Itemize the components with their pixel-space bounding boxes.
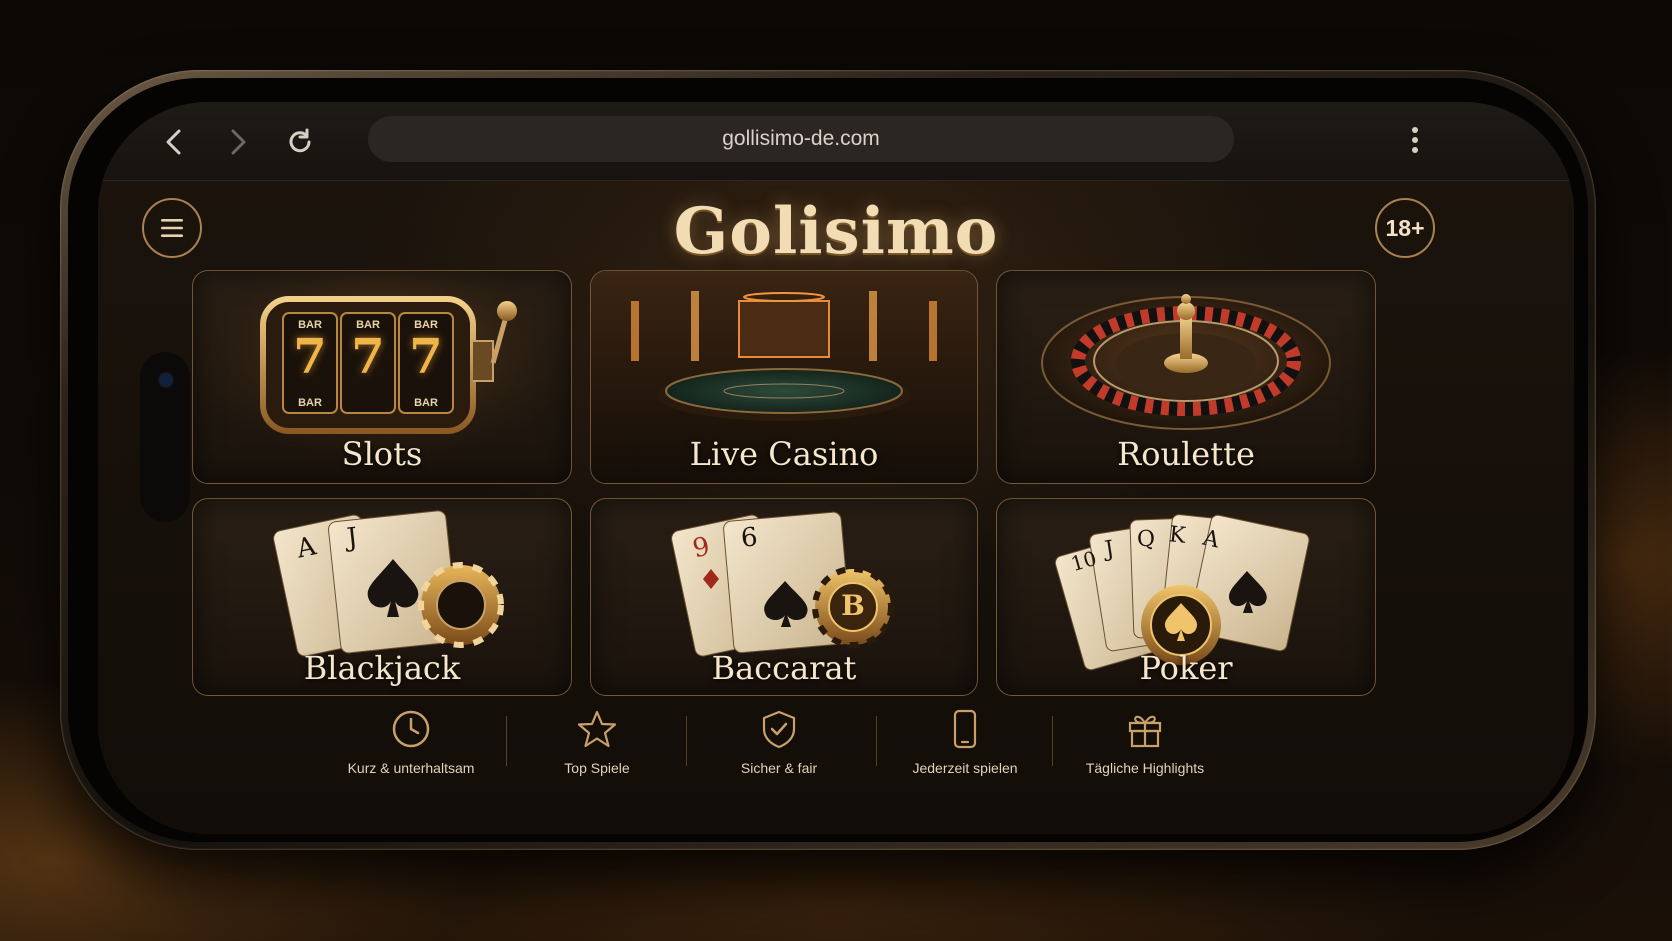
game-tile-poker[interactable]: 10 J Q K A Poker <box>996 498 1376 696</box>
age-restriction-badge: 18+ <box>1375 198 1435 258</box>
feature-divider <box>686 716 687 766</box>
clock-icon <box>392 710 430 748</box>
star-icon <box>577 710 617 748</box>
feature-divider <box>1052 716 1053 766</box>
feature-label-sicher: Sicher & fair <box>740 760 818 776</box>
browser-menu-button[interactable] <box>1400 120 1430 160</box>
tile-label-live-casino: Live Casino <box>689 435 879 473</box>
feature-highlights: Tägliche Highlights <box>1060 706 1230 776</box>
back-button[interactable] <box>154 122 194 162</box>
card-rank-king: K <box>1167 522 1187 549</box>
phone-bezel: gollisimo-de.com Golisimo 18+ BAR BAR BA… <box>68 78 1588 842</box>
chevron-right-icon <box>231 129 246 155</box>
forward-button[interactable] <box>218 122 258 162</box>
phone-screen: gollisimo-de.com Golisimo 18+ BAR BAR BA… <box>98 102 1574 834</box>
site-logo[interactable]: Golisimo <box>598 194 1074 269</box>
feature-kurz: Kurz & unterhaltsam <box>326 706 496 776</box>
smartphone-icon <box>953 709 977 749</box>
feature-label-highlights: Tägliche Highlights <box>1085 760 1205 776</box>
feature-top-spiele: Top Spiele <box>512 706 682 776</box>
game-tile-slots[interactable]: BAR BAR BAR 7 7 7 BAR BAR Slots <box>192 270 572 484</box>
url-text: gollisimo-de.com <box>722 127 880 150</box>
card-rank-six: 6 <box>739 522 759 554</box>
menu-icon <box>161 219 183 237</box>
hamburger-menu-button[interactable] <box>142 198 202 258</box>
reel-symbol-2: 7 <box>351 329 385 385</box>
card-rank-queen: Q <box>1136 526 1156 553</box>
feature-divider <box>506 716 507 766</box>
tile-label-roulette: Roulette <box>1117 435 1255 473</box>
reload-icon <box>289 128 311 153</box>
tile-label-poker: Poker <box>1139 649 1233 687</box>
gift-icon <box>1128 715 1162 748</box>
baccarat-chip-letter: B <box>841 589 865 622</box>
address-bar[interactable]: gollisimo-de.com <box>368 116 1234 162</box>
feature-label-kurz: Kurz & unterhaltsam <box>347 760 475 776</box>
chevron-left-icon <box>166 129 181 155</box>
feature-jederzeit: Jederzeit spielen <box>880 706 1050 776</box>
reload-button[interactable] <box>280 122 320 162</box>
tile-label-blackjack: Blackjack <box>303 649 461 687</box>
game-tile-live-casino[interactable]: Live Casino <box>590 270 978 484</box>
reel-bottom-3: BAR <box>414 397 438 409</box>
background-scene: gollisimo-de.com Golisimo 18+ BAR BAR BA… <box>0 0 1672 941</box>
reel-bottom-1: BAR <box>298 397 322 409</box>
game-tile-baccarat[interactable]: 9 6 B Baccarat <box>590 498 978 696</box>
phone-frame: gollisimo-de.com Golisimo 18+ BAR BAR BA… <box>60 70 1596 850</box>
game-tile-blackjack[interactable]: A J Blackjack <box>192 498 572 696</box>
feature-label-top-spiele: Top Spiele <box>564 760 630 776</box>
reel-symbol-3: 7 <box>409 329 443 385</box>
feature-divider <box>876 716 877 766</box>
feature-label-jederzeit: Jederzeit spielen <box>912 760 1018 776</box>
feature-sicher: Sicher & fair <box>694 706 864 776</box>
tile-label-baccarat: Baccarat <box>711 649 857 687</box>
feature-strip: Kurz & unterhaltsam Top Spiele Sicher & … <box>98 706 1574 786</box>
camera-lens-icon <box>160 374 172 386</box>
tile-label-slots: Slots <box>341 435 423 473</box>
reel-symbol-1: 7 <box>293 329 327 385</box>
shield-check-icon <box>762 710 796 749</box>
more-vertical-icon <box>1412 127 1418 153</box>
browser-toolbar: gollisimo-de.com <box>98 102 1574 181</box>
game-tile-roulette[interactable]: Roulette <box>996 270 1376 484</box>
front-camera <box>140 352 190 522</box>
